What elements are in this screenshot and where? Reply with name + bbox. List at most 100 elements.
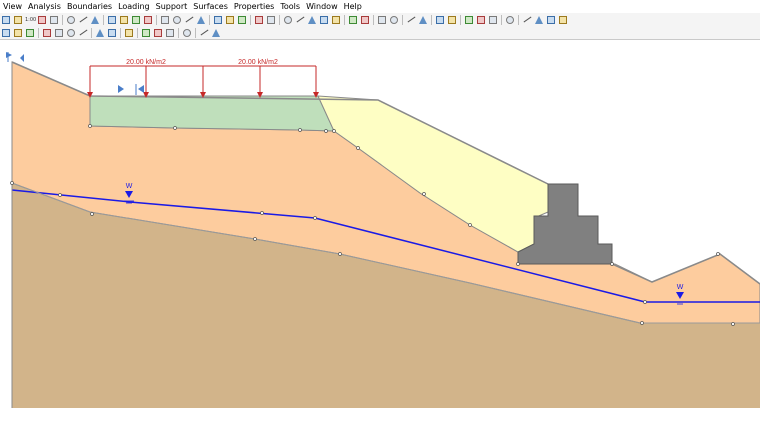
scale-label: 1:00 xyxy=(25,16,37,23)
zoom-out-icon[interactable] xyxy=(184,15,194,25)
zoom-all-icon[interactable] xyxy=(237,15,247,25)
move-vertex-icon[interactable] xyxy=(319,15,329,25)
menu-help[interactable]: Help xyxy=(341,0,365,13)
rectangle-icon[interactable] xyxy=(95,28,105,38)
copy-icon[interactable] xyxy=(37,15,47,25)
toolbar-separator xyxy=(460,14,461,25)
drawing-toolbar xyxy=(0,26,760,40)
stripes-icon[interactable] xyxy=(66,15,76,25)
toolbar-separator xyxy=(91,27,92,38)
paste-icon[interactable] xyxy=(49,15,59,25)
compute-icon[interactable] xyxy=(435,15,445,25)
slip-grid-icon[interactable] xyxy=(360,15,370,25)
ellipse-icon[interactable] xyxy=(107,28,117,38)
triangle-icon[interactable] xyxy=(141,28,151,38)
water-icon[interactable] xyxy=(418,15,428,25)
image-icon[interactable] xyxy=(124,28,134,38)
toolbar-separator xyxy=(250,14,251,25)
delete-vertex-icon[interactable] xyxy=(307,15,317,25)
pin-icon[interactable] xyxy=(377,15,387,25)
rotate-icon[interactable] xyxy=(182,28,192,38)
load-label-1: 20.00 kN/m2 xyxy=(126,59,166,66)
toolbar-separator xyxy=(62,14,63,25)
toolbar-separator xyxy=(518,14,519,25)
toolbar-separator xyxy=(209,14,210,25)
menu-properties[interactable]: Properties xyxy=(231,0,277,13)
chart-bar-icon[interactable] xyxy=(464,15,474,25)
zoom-window-icon[interactable] xyxy=(196,15,206,25)
table-icon[interactable] xyxy=(534,15,544,25)
folder-icon[interactable] xyxy=(143,15,153,25)
toolbar-separator xyxy=(38,27,39,38)
toolbar-separator xyxy=(279,14,280,25)
pan-icon[interactable] xyxy=(213,15,223,25)
chart-stripe-icon[interactable] xyxy=(476,15,486,25)
menu-surfaces[interactable]: Surfaces xyxy=(190,0,231,13)
menu-bar: View Analysis Boundaries Loading Support Surf… xyxy=(0,0,760,13)
zoom-prev-icon[interactable] xyxy=(225,15,235,25)
toolbar-separator xyxy=(402,14,403,25)
measure-icon[interactable] xyxy=(389,15,399,25)
interpret-icon[interactable] xyxy=(447,15,457,25)
toolbar-separator xyxy=(501,14,502,25)
add-vertex-icon[interactable] xyxy=(295,15,305,25)
print-icon[interactable] xyxy=(13,15,23,25)
slope-model-svg[interactable]: 20.00 kN/m2 20.00 kN/m2 W W xyxy=(0,40,760,424)
menu-support[interactable]: Support xyxy=(153,0,191,13)
flag-icon[interactable] xyxy=(522,15,532,25)
angle-icon[interactable] xyxy=(165,28,175,38)
fill-extent-markers xyxy=(118,84,144,95)
curve-icon[interactable] xyxy=(54,28,64,38)
polyline-icon[interactable] xyxy=(66,28,76,38)
menu-boundaries[interactable]: Boundaries xyxy=(64,0,115,13)
line-icon[interactable] xyxy=(1,28,11,38)
arrow-icon[interactable] xyxy=(283,15,293,25)
chart-icon[interactable] xyxy=(131,15,141,25)
polygon-icon[interactable] xyxy=(78,28,88,38)
report-icon[interactable] xyxy=(558,15,568,25)
zoom-extents-icon[interactable] xyxy=(160,15,170,25)
toolbar-separator xyxy=(178,27,179,38)
origin-markers xyxy=(6,52,24,62)
toolbar-separator xyxy=(373,14,374,25)
fill-layer-region[interactable] xyxy=(89,95,335,132)
distributed-load[interactable]: 20.00 kN/m2 20.00 kN/m2 xyxy=(87,59,319,98)
menu-tools[interactable]: Tools xyxy=(277,0,303,13)
svg-text:W: W xyxy=(677,284,684,291)
model-canvas[interactable]: 20.00 kN/m2 20.00 kN/m2 W W xyxy=(0,40,760,424)
text-icon[interactable] xyxy=(199,28,209,38)
select-icon[interactable] xyxy=(107,15,117,25)
pencil-icon[interactable] xyxy=(42,28,52,38)
add-box-icon[interactable] xyxy=(25,28,35,38)
document-icon[interactable] xyxy=(505,15,515,25)
toolbar-separator xyxy=(120,27,121,38)
svg-text:W: W xyxy=(126,183,133,190)
chart-up-icon[interactable] xyxy=(488,15,498,25)
arrow-dropdown-icon[interactable] xyxy=(211,28,221,38)
dimension-icon[interactable] xyxy=(153,28,163,38)
scale-icon[interactable]: 1:00 xyxy=(25,15,37,25)
arc-icon[interactable] xyxy=(13,28,23,38)
menu-loading[interactable]: Loading xyxy=(115,0,153,13)
toolbar-separator xyxy=(195,27,196,38)
main-toolbar: 1:00 xyxy=(0,13,760,27)
toolbar-separator xyxy=(431,14,432,25)
menu-analysis[interactable]: Analysis xyxy=(25,0,64,13)
gradient-icon[interactable] xyxy=(254,15,264,25)
menu-view[interactable]: View xyxy=(0,0,25,13)
zoom-in-icon[interactable] xyxy=(172,15,182,25)
slip-circle-icon[interactable] xyxy=(348,15,358,25)
toolbar-separator xyxy=(344,14,345,25)
swap-icon[interactable] xyxy=(331,15,341,25)
toolbar-separator xyxy=(103,14,104,25)
save-icon[interactable] xyxy=(119,15,129,25)
fill-icon[interactable] xyxy=(266,15,276,25)
load-label-2: 20.00 kN/m2 xyxy=(238,59,278,66)
redo-icon[interactable] xyxy=(90,15,100,25)
material-icon[interactable] xyxy=(406,15,416,25)
toolbar-separator xyxy=(137,27,138,38)
new-file-icon[interactable] xyxy=(1,15,11,25)
grid-icon[interactable] xyxy=(546,15,556,25)
undo-icon[interactable] xyxy=(78,15,88,25)
menu-window[interactable]: Window xyxy=(303,0,341,13)
